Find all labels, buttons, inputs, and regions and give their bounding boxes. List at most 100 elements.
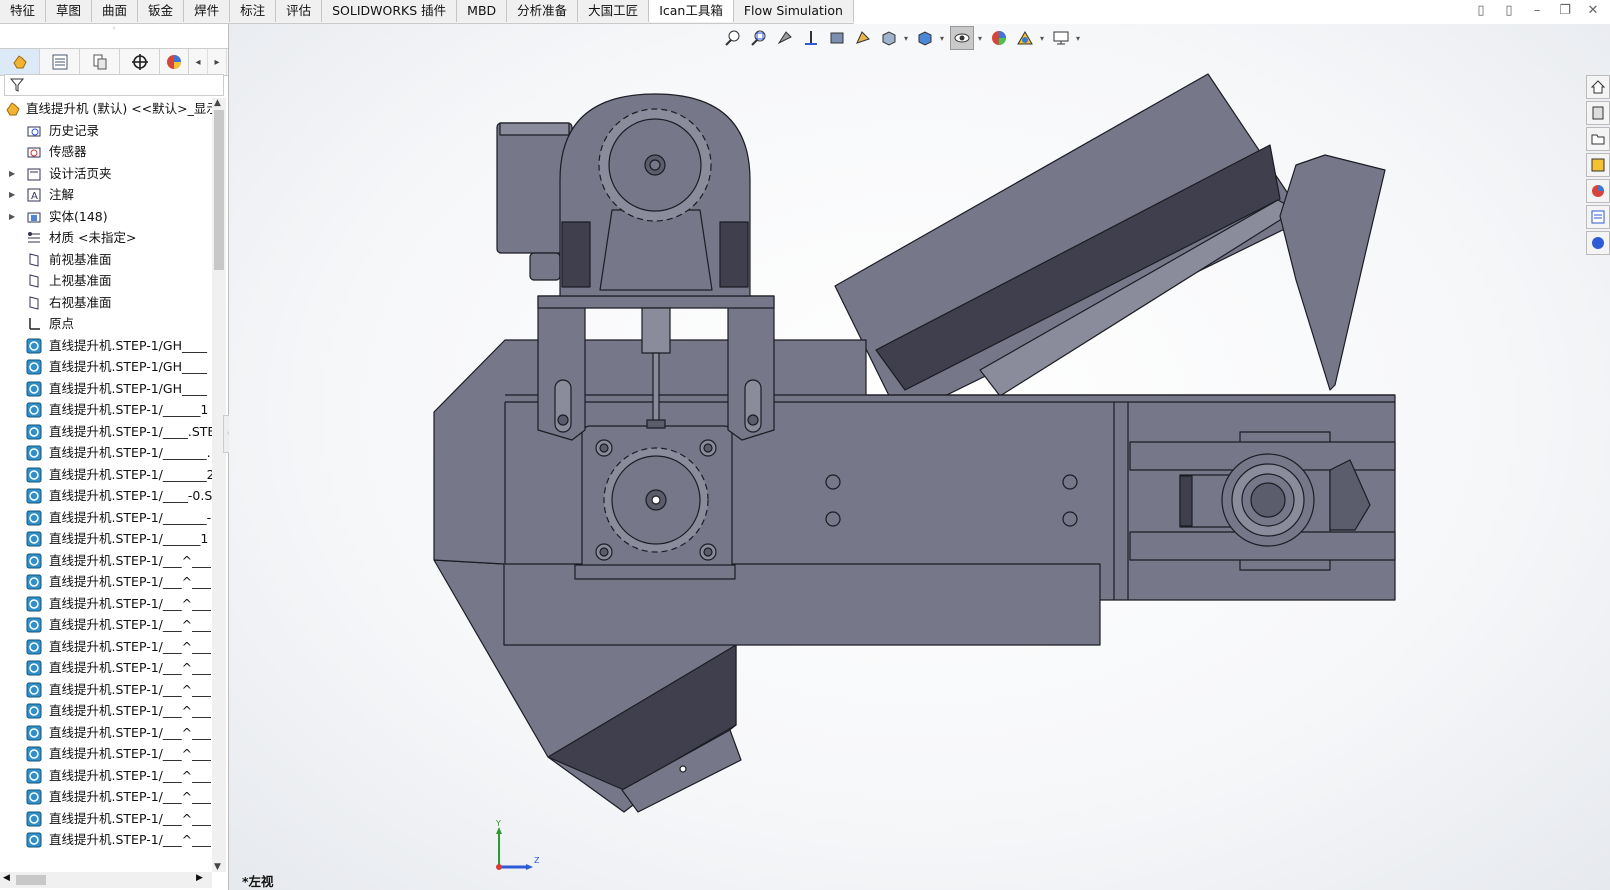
tree-item[interactable]: 直线提升机.STEP-1/___^___: [0, 765, 212, 787]
scroll-right-icon[interactable]: ▶: [196, 873, 203, 883]
view-settings-display-button[interactable]: [1050, 27, 1072, 49]
tree-item[interactable]: 直线提升机.STEP-1/___^___: [0, 571, 212, 593]
tree-item[interactable]: 直线提升机.STEP-1/GH____: [0, 378, 212, 400]
configuration-manager-tab[interactable]: [80, 49, 120, 75]
tree-item[interactable]: 直线提升机.STEP-1/______1: [0, 399, 212, 421]
scroll-up-icon[interactable]: ▲: [214, 98, 221, 108]
command-tab[interactable]: 特征: [0, 0, 47, 22]
command-tab[interactable]: Flow Simulation: [733, 0, 854, 22]
tree-item[interactable]: 直线提升机.STEP-1/____-0.S: [0, 485, 212, 507]
tree-item[interactable]: 直线提升机.STEP-1/___^___: [0, 593, 212, 615]
tree-item[interactable]: ▶ 设计活页夹: [0, 163, 212, 185]
tree-root[interactable]: 直线提升机 (默认) <<默认>_显示: [0, 98, 212, 120]
zoom-to-area-button[interactable]: [748, 27, 770, 49]
tab-scroll-left-icon[interactable]: ◂: [189, 49, 208, 75]
command-tab[interactable]: 焊件: [184, 0, 231, 22]
command-tab[interactable]: 评估: [276, 0, 323, 22]
tree-item[interactable]: 直线提升机.STEP-1/______1: [0, 528, 212, 550]
expand-arrow-icon[interactable]: ▶: [9, 206, 15, 228]
command-tab[interactable]: 分析准备: [507, 0, 579, 22]
tab-scroll-right-icon[interactable]: ▸: [208, 49, 227, 75]
display-style-button[interactable]: [914, 27, 936, 49]
monitor-dropdown-icon[interactable]: ▾: [1076, 34, 1082, 43]
tree-item[interactable]: 直线提升机.STEP-1/GH____: [0, 356, 212, 378]
design-library-tab[interactable]: [1586, 101, 1610, 125]
command-tab[interactable]: 标注: [230, 0, 277, 22]
command-tab[interactable]: 草图: [46, 0, 93, 22]
tree-item[interactable]: 上视基准面: [0, 270, 212, 292]
section-view-button[interactable]: [800, 27, 822, 49]
previous-view-button[interactable]: [774, 27, 796, 49]
command-tab[interactable]: 曲面: [92, 0, 139, 22]
tree-item[interactable]: 历史记录: [0, 120, 212, 142]
tile-right-icon[interactable]: ▯: [1502, 4, 1516, 18]
dimxpert-manager-tab[interactable]: [120, 49, 160, 75]
tree-item[interactable]: 直线提升机.STEP-1/___^___: [0, 829, 212, 851]
tree-item[interactable]: 原点: [0, 313, 212, 335]
graphics-area[interactable]: Y Z: [229, 24, 1610, 890]
tree-item[interactable]: 直线提升机.STEP-1/GH____: [0, 335, 212, 357]
tree-item[interactable]: 直线提升机.STEP-1/_______2: [0, 464, 212, 486]
minimize-icon[interactable]: –: [1530, 4, 1544, 18]
dynamic-annotation-button[interactable]: [826, 27, 848, 49]
tile-left-icon[interactable]: ▯: [1474, 4, 1488, 18]
tree-item[interactable]: 直线提升机.STEP-1/_______.: [0, 442, 212, 464]
pane-grip-icon[interactable]: ◦: [0, 24, 228, 34]
view-orientation-dropdown-icon[interactable]: ▾: [904, 34, 910, 43]
apply-scene-dropdown-icon[interactable]: ▾: [1040, 34, 1046, 43]
command-tab[interactable]: MBD: [457, 0, 508, 22]
tree-item[interactable]: 直线提升机.STEP-1/___^___: [0, 808, 212, 830]
tree-vertical-scrollbar[interactable]: ▲ ▼: [212, 98, 226, 872]
tree-item[interactable]: 直线提升机.STEP-1/___^___: [0, 786, 212, 808]
tree-item[interactable]: 直线提升机.STEP-1/___^___: [0, 743, 212, 765]
hscroll-thumb[interactable]: [16, 875, 46, 885]
apply-scene-button[interactable]: [1014, 27, 1036, 49]
tree-item[interactable]: ▶ 实体(148): [0, 206, 212, 228]
tree-item[interactable]: 直线提升机.STEP-1/_______-: [0, 507, 212, 529]
scroll-down-icon[interactable]: ▼: [214, 862, 221, 872]
close-icon[interactable]: ✕: [1586, 4, 1600, 18]
model-view[interactable]: [229, 24, 1610, 890]
hide-show-items-button[interactable]: [950, 26, 974, 50]
tree-item[interactable]: 材质 <未指定>: [0, 227, 212, 249]
tree-filter-box[interactable]: [4, 74, 224, 96]
tree-item[interactable]: 前视基准面: [0, 249, 212, 271]
tree-item[interactable]: 直线提升机.STEP-1/___^___: [0, 657, 212, 679]
custom-properties-tab[interactable]: [1586, 205, 1610, 229]
feature-manager-tab[interactable]: [0, 49, 40, 75]
tree-item[interactable]: 直线提升机.STEP-1/___^___: [0, 679, 212, 701]
tree-item[interactable]: 直线提升机.STEP-1/____.STE: [0, 421, 212, 443]
scroll-left-icon[interactable]: ◀: [3, 873, 10, 883]
zoom-to-fit-button[interactable]: [722, 27, 744, 49]
restore-icon[interactable]: ❐: [1558, 4, 1572, 18]
tree-item[interactable]: 直线提升机.STEP-1/___^___: [0, 722, 212, 744]
tree-item[interactable]: 右视基准面: [0, 292, 212, 314]
edit-appearance-button[interactable]: [988, 27, 1010, 49]
scroll-thumb[interactable]: [214, 110, 224, 270]
expand-arrow-icon[interactable]: ▶: [9, 163, 15, 185]
command-tab[interactable]: SOLIDWORKS 插件: [322, 0, 458, 22]
tree-item[interactable]: 直线提升机.STEP-1/___^___: [0, 614, 212, 636]
command-tab[interactable]: 钣金: [138, 0, 185, 22]
tree-item[interactable]: ▶ A 注解: [0, 184, 212, 206]
tree-item[interactable]: 直线提升机.STEP-1/___^___: [0, 700, 212, 722]
view-palette-tab[interactable]: [1586, 153, 1610, 177]
expand-arrow-icon[interactable]: ▶: [9, 184, 15, 206]
solidworks-resources-tab[interactable]: [1586, 75, 1610, 99]
command-tab[interactable]: Ican工具箱: [649, 0, 734, 22]
file-explorer-tab[interactable]: [1586, 127, 1610, 151]
view-orientation-button[interactable]: [878, 27, 900, 49]
command-tab[interactable]: 大国工匠: [578, 0, 650, 22]
display-manager-tab[interactable]: [160, 49, 189, 75]
tree-item[interactable]: 传感器: [0, 141, 212, 163]
tree-item[interactable]: 直线提升机.STEP-1/___^___: [0, 550, 212, 572]
property-manager-tab[interactable]: [40, 49, 80, 75]
tree-item-label: 直线提升机.STEP-1/GH____: [49, 380, 207, 396]
tree-horizontal-scrollbar[interactable]: ◀ ▶: [0, 872, 212, 888]
appearances-tab[interactable]: [1586, 179, 1610, 203]
solidworks-forum-tab[interactable]: [1586, 231, 1610, 255]
hide-show-dropdown-icon[interactable]: ▾: [978, 34, 984, 43]
display-style-dropdown-icon[interactable]: ▾: [940, 34, 946, 43]
tree-item[interactable]: 直线提升机.STEP-1/___^___: [0, 636, 212, 658]
view-setting-button[interactable]: [852, 27, 874, 49]
